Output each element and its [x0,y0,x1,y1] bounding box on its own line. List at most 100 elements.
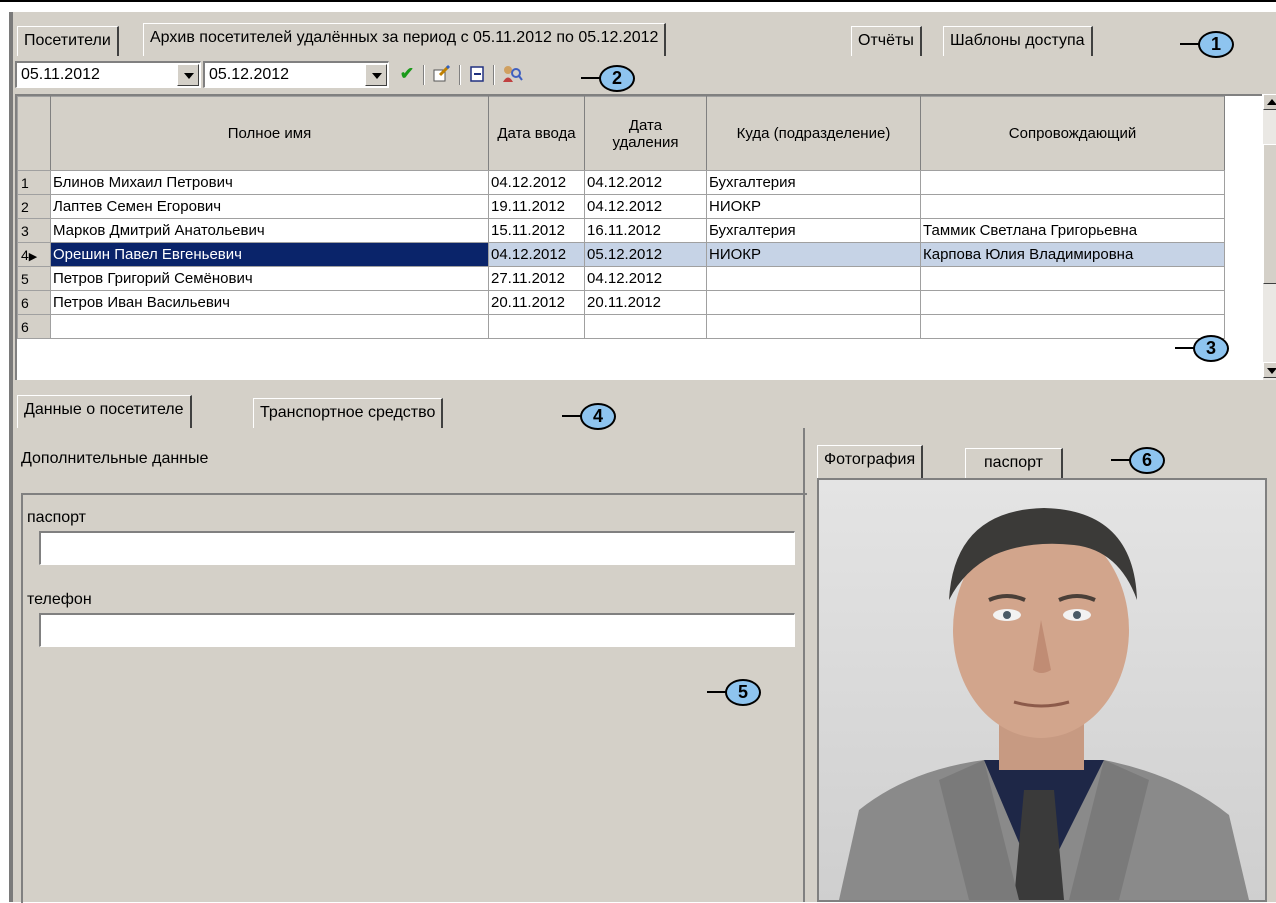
date-to-combo[interactable]: 05.12.2012 [203,61,389,88]
table-row[interactable]: 3 Марков Дмитрий Анатольевич 15.11.2012 … [17,218,1225,243]
cell-full-name[interactable] [50,314,489,339]
cell-full-name[interactable]: Марков Дмитрий Анатольевич [50,218,489,243]
cell-entry-date[interactable]: 15.11.2012 [488,218,585,243]
table-row-selected[interactable]: 4▶ Орешин Павел Евгеньевич 04.12.2012 05… [17,242,1225,267]
table-row[interactable]: 6 Петров Иван Васильевич 20.11.2012 20.1… [17,290,1225,315]
tab-access-templates[interactable]: Шаблоны доступа [943,26,1093,56]
cell-delete-date[interactable]: 05.12.2012 [584,242,707,267]
table-header-row: Полное имя Дата ввода Дата удаления Куда … [17,96,1225,171]
cell-department[interactable]: Бухгалтерия [706,170,921,195]
archive-grid: Полное имя Дата ввода Дата удаления Куда … [17,96,1225,339]
cell-department[interactable] [706,266,921,291]
search-person-icon[interactable] [501,64,523,84]
date-from-combo[interactable]: 05.11.2012 [15,61,201,88]
passport-field[interactable] [39,531,795,565]
callout-2: 2 [581,64,637,94]
cell-escort[interactable] [920,194,1225,219]
cell-department[interactable]: НИОКР [706,242,921,267]
tab-vehicle[interactable]: Транспортное средство [253,398,444,428]
tab-label: Архив посетителей удалённых за период с … [150,29,659,46]
cell-full-name[interactable]: Петров Григорий Семёнович [50,266,489,291]
toolbar-separator [493,65,495,85]
photo-panel: Фотография паспорт 6 [811,428,1276,902]
cell-full-name[interactable]: Петров Иван Васильевич [50,290,489,315]
phone-field[interactable] [39,613,795,647]
callout-number: 4 [580,403,616,430]
chevron-down-icon[interactable] [365,64,387,86]
callout-number: 2 [599,65,635,92]
tab-reports[interactable]: Отчёты [851,26,922,56]
callout-number: 3 [1193,335,1229,362]
scroll-up-arrow-icon[interactable] [1263,94,1276,110]
callout-number: 1 [1198,31,1234,58]
row-number: 6 [17,290,51,315]
cell-entry-date[interactable]: 27.11.2012 [488,266,585,291]
cell-department[interactable]: Бухгалтерия [706,218,921,243]
callout-1: 1 [1180,30,1236,60]
cell-escort[interactable]: Карпова Юлия Владимировна [920,242,1225,267]
edit-icon[interactable] [431,64,451,84]
cell-full-name[interactable]: Лаптев Семен Егорович [50,194,489,219]
row-number: 5 [17,266,51,291]
date-to-value: 05.12.2012 [209,66,290,83]
phone-label: телефон [27,591,92,608]
cell-delete-date[interactable]: 20.11.2012 [584,290,707,315]
callout-5: 5 [707,678,763,708]
cell-full-name[interactable]: Орешин Павел Евгеньевич [50,242,489,267]
tab-passport-scan[interactable]: паспорт [965,448,1063,478]
cell-escort[interactable] [920,170,1225,195]
cell-delete-date[interactable]: 16.11.2012 [584,218,707,243]
cell-delete-date[interactable]: 04.12.2012 [584,194,707,219]
cell-entry-date[interactable]: 19.11.2012 [488,194,585,219]
page-top-rule [0,0,1276,4]
export-icon[interactable] [467,64,487,84]
cell-entry-date[interactable]: 04.12.2012 [488,242,585,267]
photo-tab-strip: Фотография паспорт [817,445,1276,478]
tab-photo[interactable]: Фотография [817,445,924,478]
details-tab-strip: Данные о посетителе Транспортное средств… [13,395,1276,428]
cell-department[interactable] [706,314,921,339]
cell-entry-date[interactable]: 20.11.2012 [488,290,585,315]
cell-escort[interactable] [920,290,1225,315]
tab-label: паспорт [984,454,1043,471]
row-number: 4▶ [17,242,51,267]
table-row[interactable]: 1 Блинов Михаил Петрович 04.12.2012 04.1… [17,170,1225,195]
table-vertical-scrollbar[interactable] [1262,94,1276,380]
scroll-thumb[interactable] [1263,144,1276,284]
table-row-new[interactable]: 6 [17,314,1225,339]
archive-table: Полное имя Дата ввода Дата удаления Куда … [15,94,1262,380]
passport-label: паспорт [27,509,86,526]
column-header-full-name[interactable]: Полное имя [50,96,489,171]
row-number-text: 4 [21,246,29,263]
row-number: 1 [17,170,51,195]
cell-escort[interactable]: Таммик Светлана Григорьевна [920,218,1225,243]
cell-full-name[interactable]: Блинов Михаил Петрович [50,170,489,195]
apply-check-icon[interactable]: ✔ [397,64,417,84]
cell-delete-date[interactable]: 04.12.2012 [584,266,707,291]
visitor-archive-window: Посетители Архив посетителей удалённых з… [13,12,1276,903]
cell-delete-date[interactable]: 04.12.2012 [584,170,707,195]
tab-visitor-archive[interactable]: Архив посетителей удалённых за период с … [143,23,667,56]
tab-label: Фотография [824,451,916,468]
table-row[interactable]: 5 Петров Григорий Семёнович 27.11.2012 0… [17,266,1225,291]
cell-delete-date[interactable] [584,314,707,339]
cell-entry-date[interactable] [488,314,585,339]
column-header-department[interactable]: Куда (подразделение) [706,96,921,171]
section-title: Дополнительные данные [21,450,209,467]
callout-number: 5 [725,679,761,706]
portrait-image [819,480,1265,900]
cell-department[interactable] [706,290,921,315]
cell-department[interactable]: НИОКР [706,194,921,219]
chevron-down-icon[interactable] [177,64,199,86]
table-row[interactable]: 2 Лаптев Семен Егорович 19.11.2012 04.12… [17,194,1225,219]
column-header-entry-date[interactable]: Дата ввода [488,96,585,171]
tab-visitors[interactable]: Посетители [17,26,119,56]
toolbar-separator [459,65,461,85]
current-row-indicator-icon: ▶ [28,250,38,263]
column-header-delete-date[interactable]: Дата удаления [584,96,707,171]
cell-escort[interactable] [920,266,1225,291]
tab-visitor-data[interactable]: Данные о посетителе [17,395,192,428]
cell-entry-date[interactable]: 04.12.2012 [488,170,585,195]
column-header-escort[interactable]: Сопровождающий [920,96,1225,171]
scroll-down-arrow-icon[interactable] [1263,362,1276,378]
